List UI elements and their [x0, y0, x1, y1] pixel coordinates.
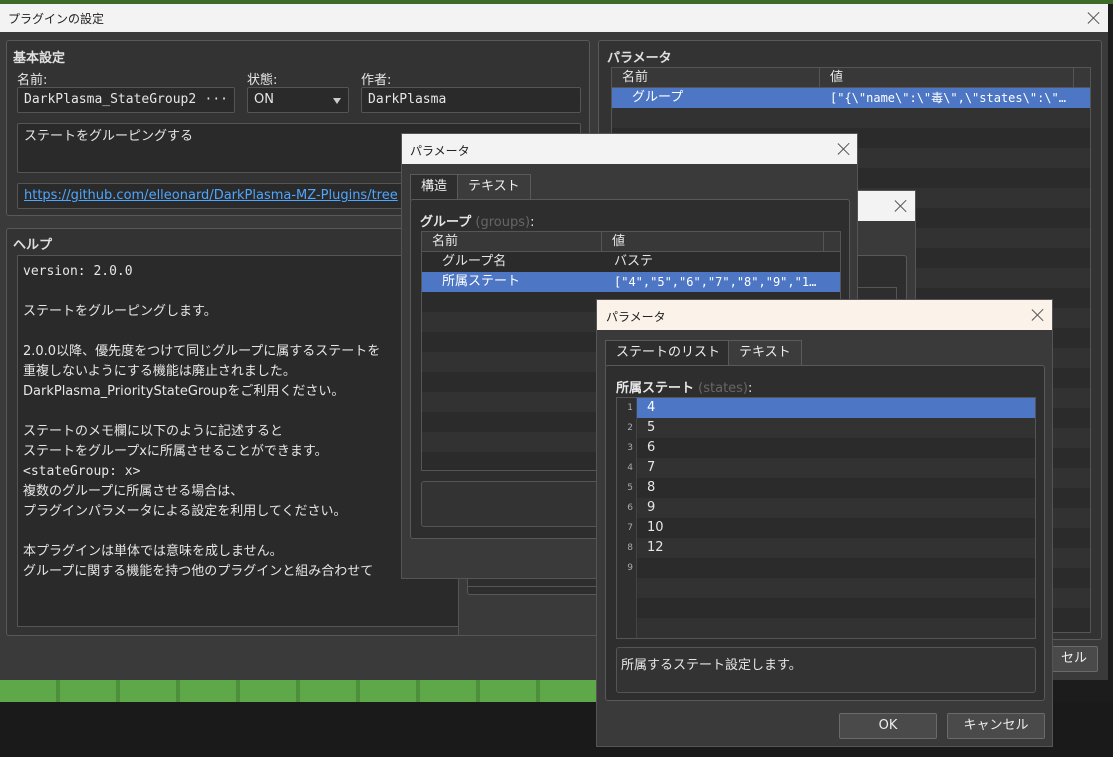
basic-heading: 基本設定	[13, 51, 66, 66]
table-row[interactable]: 所属ステート ["4","5","6","7","8","9","1…	[422, 272, 840, 292]
group-table-header: 名前 値	[422, 232, 840, 252]
main-titlebar: プラグインの設定	[0, 4, 1108, 32]
group-label: グループ	[420, 215, 472, 230]
main-title: プラグインの設定	[8, 12, 105, 26]
tab-state-list[interactable]: ステートのリスト	[605, 340, 732, 366]
line-number: 6	[627, 503, 633, 513]
author-field[interactable]: DarkPlasma	[361, 87, 581, 113]
col-name-header[interactable]: 名前	[612, 68, 820, 87]
dropdown-arrow-icon	[333, 98, 341, 104]
row-value: ["4","5","6","7","8","9","1…	[614, 275, 817, 289]
empty-row	[637, 598, 1035, 618]
empty-row	[612, 108, 1090, 128]
plugin-name-field[interactable]: DarkPlasma_StateGroup2 ···	[17, 87, 235, 113]
tab-text[interactable]: テキスト	[728, 340, 802, 366]
cancel-button[interactable]: キャンセル	[947, 713, 1045, 739]
line-number: 8	[627, 543, 633, 553]
tab-text[interactable]: テキスト	[457, 174, 531, 200]
row-name: グループ名	[442, 254, 507, 269]
row-value: バステ	[614, 254, 654, 269]
close-icon[interactable]	[1030, 307, 1046, 323]
states-list[interactable]: 123456789 4 5 6 7 8 9 10 12	[616, 397, 1036, 639]
empty-row	[637, 578, 1035, 598]
states-label: 所属ステート	[616, 381, 695, 396]
status-value: ON	[254, 92, 274, 107]
state-list-item[interactable]: 8	[637, 478, 1035, 498]
name-label: 名前:	[17, 73, 48, 88]
parameters-table-header: 名前 値	[612, 68, 1090, 88]
line-number-gutter: 1 2 3 4 5 6 7 8 9	[617, 398, 637, 638]
state-list-item[interactable]: 7	[637, 458, 1035, 478]
table-row[interactable]: グループ ["{\"name\":\"毒\",\"states\":\"…	[612, 88, 1090, 108]
more-button[interactable]: ···	[205, 88, 228, 112]
col-value-header[interactable]: 値	[820, 68, 1074, 87]
group-colon: :	[530, 215, 535, 230]
states-key: (states)	[698, 381, 749, 396]
state-list-item[interactable]: 10	[637, 518, 1035, 538]
state-list-item[interactable]: 12	[637, 538, 1035, 558]
help-heading: ヘルプ	[13, 238, 53, 253]
state-list-item[interactable]	[637, 558, 1035, 578]
empty-row	[637, 618, 1035, 638]
status-label: 状態:	[247, 73, 278, 88]
states-label-line: 所属ステート (states):	[616, 377, 752, 396]
line-number: 2	[627, 423, 633, 433]
state-list-item[interactable]: 4	[637, 398, 1035, 418]
dialog-3-titlebar: パラメータ	[597, 300, 1052, 330]
table-row[interactable]: グループ名 バステ	[422, 252, 840, 272]
line-number: 5	[627, 483, 633, 493]
close-icon[interactable]	[836, 141, 852, 157]
state-list-item[interactable]: 5	[637, 418, 1035, 438]
col-name-header[interactable]: 名前	[422, 232, 602, 251]
line-number: 3	[627, 443, 633, 453]
dialog-1-titlebar: パラメータ	[402, 134, 857, 164]
close-icon[interactable]	[1086, 10, 1102, 26]
states-colon: :	[748, 381, 753, 396]
ok-button[interactable]: OK	[839, 713, 937, 739]
close-icon[interactable]	[893, 198, 909, 214]
state-list-item[interactable]: 9	[637, 498, 1035, 518]
tab-structure[interactable]: 構造	[410, 174, 459, 200]
dialog-3-title: パラメータ	[606, 310, 666, 324]
line-number: 1	[627, 403, 633, 413]
description-box: 所属するステート設定します。	[616, 647, 1036, 693]
author-label: 作者:	[361, 73, 392, 88]
main-cancel-label: セル	[1060, 651, 1087, 666]
dialog-1-title: パラメータ	[410, 144, 470, 158]
dialog-3: パラメータ ステートのリスト テキスト 所属ステート (states): 123…	[596, 299, 1053, 747]
status-select[interactable]: ON	[247, 87, 349, 113]
group-label-line: グループ (groups):	[420, 211, 534, 230]
parameters-heading: パラメータ	[607, 51, 672, 66]
param-row-value: ["{\"name\":\"毒\",\"states\":\"…	[830, 91, 1066, 105]
line-number: 9	[627, 563, 633, 573]
group-key: (groups)	[475, 215, 531, 230]
line-number: 4	[627, 463, 633, 473]
dialog-3-tab-content: 所属ステート (states): 123456789 4 5 6 7 8 9 10 12 所属…	[605, 365, 1045, 701]
plugin-name-value: DarkPlasma_StateGroup2	[24, 92, 197, 107]
col-value-header[interactable]: 値	[602, 232, 824, 251]
state-list-item[interactable]: 6	[637, 438, 1035, 458]
url-link[interactable]: https://github.com/elleonard/DarkPlasma-…	[24, 188, 398, 203]
line-number: 7	[627, 523, 633, 533]
param-row-name: グループ	[632, 90, 684, 105]
row-name: 所属ステート	[442, 274, 521, 289]
